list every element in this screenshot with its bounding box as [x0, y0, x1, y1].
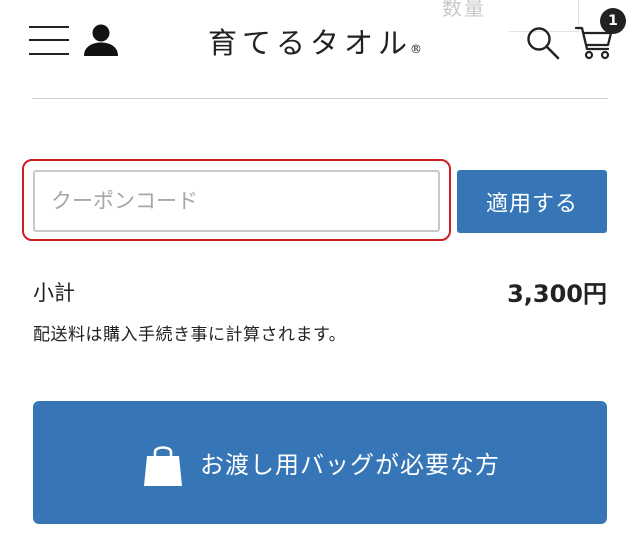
- user-icon[interactable]: [82, 22, 120, 60]
- site-header: 数量 育てるタオル® 1: [0, 0, 640, 80]
- apply-coupon-button[interactable]: 適用する: [457, 170, 607, 233]
- registered-mark: ®: [410, 42, 423, 56]
- search-icon[interactable]: [525, 25, 561, 61]
- gift-bag-button[interactable]: お渡し用バッグが必要な方: [33, 401, 607, 524]
- shopping-bag-icon: [144, 445, 182, 486]
- hamburger-menu-icon[interactable]: [29, 25, 71, 57]
- logo-text: 育てるタオル: [208, 26, 413, 60]
- site-logo[interactable]: 育てるタオル®: [208, 20, 422, 62]
- quantity-label: 数量: [442, 0, 486, 20]
- shipping-note: 配送料は購入手続き事に計算されます。: [33, 325, 347, 345]
- cart-count-badge: 1: [600, 8, 626, 34]
- coupon-code-input[interactable]: [33, 170, 440, 232]
- gift-bag-label: お渡し用バッグが必要な方: [200, 451, 500, 479]
- header-divider: [32, 98, 608, 99]
- subtotal-value: 3,300円: [507, 280, 607, 308]
- subtotal-label: 小計: [33, 281, 75, 305]
